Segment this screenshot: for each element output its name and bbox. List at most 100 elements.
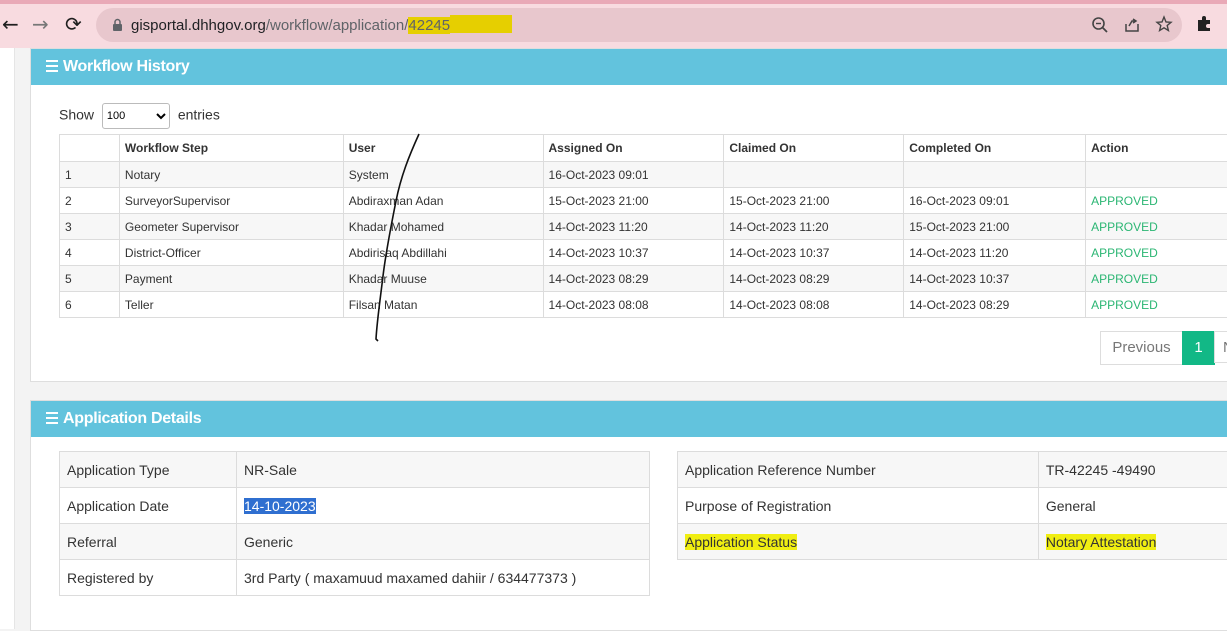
previous-page-button[interactable]: Previous xyxy=(1100,331,1183,365)
annotation-scribble xyxy=(371,131,461,346)
url-path: /workflow/application/ xyxy=(266,17,409,34)
application-date-selected: 14-10-2023 xyxy=(244,498,316,514)
cell-action: APPROVED xyxy=(1086,292,1227,318)
application-details-left-table: Application Type NR-Sale Application Dat… xyxy=(59,451,650,596)
url-id-highlighted: 42245 xyxy=(408,17,450,34)
url-host: gisportal.dhhgov.org xyxy=(131,17,266,34)
tab-strip-edge xyxy=(0,0,1227,4)
page-1-button[interactable]: 1 xyxy=(1182,331,1215,365)
cell-claimed-on: 14-Oct-2023 08:08 xyxy=(724,292,904,318)
cell-action xyxy=(1086,162,1227,188)
entries-select[interactable]: 100 xyxy=(102,103,170,129)
cell-assigned-on: 14-Oct-2023 08:29 xyxy=(543,266,724,292)
cell-index: 5 xyxy=(60,266,120,292)
cell-completed-on: 14-Oct-2023 11:20 xyxy=(904,240,1086,266)
cell-index: 6 xyxy=(60,292,120,318)
cell-assigned-on: 16-Oct-2023 09:01 xyxy=(543,162,724,188)
cell-index: 2 xyxy=(60,188,120,214)
share-icon[interactable] xyxy=(1123,16,1141,34)
cell-claimed-on: 15-Oct-2023 21:00 xyxy=(724,188,904,214)
cell-assigned-on: 15-Oct-2023 21:00 xyxy=(543,188,724,214)
cell-assigned-on: 14-Oct-2023 11:20 xyxy=(543,214,724,240)
forward-arrow-icon[interactable]: → xyxy=(32,11,49,37)
detail-label: Purpose of Registration xyxy=(678,488,1039,524)
cell-action: APPROVED xyxy=(1086,214,1227,240)
col-header-index[interactable] xyxy=(60,135,120,162)
application-details-panel: Application Details Application Type NR-… xyxy=(30,400,1227,631)
detail-label: Application Type xyxy=(60,452,237,488)
reload-icon[interactable]: ⟳ xyxy=(65,11,82,37)
cell-completed-on: 16-Oct-2023 09:01 xyxy=(904,188,1086,214)
cell-claimed-on: 14-Oct-2023 10:37 xyxy=(724,240,904,266)
cell-claimed-on: 14-Oct-2023 08:29 xyxy=(724,266,904,292)
detail-row: Application Reference Number TR-42245 -4… xyxy=(678,452,1227,488)
cell-completed-on xyxy=(904,162,1086,188)
detail-value: Generic xyxy=(237,524,650,560)
zoom-out-icon[interactable] xyxy=(1091,16,1109,34)
detail-row: Application Status Notary Attestation xyxy=(678,524,1227,560)
detail-value: General xyxy=(1038,488,1227,524)
cell-workflow-step: Notary xyxy=(119,162,343,188)
table-header-row: Workflow Step User Assigned On Claimed O… xyxy=(60,135,1227,162)
col-header-workflow-step[interactable]: Workflow Step xyxy=(119,135,343,162)
list-icon xyxy=(46,412,58,424)
cell-index: 1 xyxy=(60,162,120,188)
cell-workflow-step: SurveyorSupervisor xyxy=(119,188,343,214)
cell-assigned-on: 14-Oct-2023 08:08 xyxy=(543,292,724,318)
detail-row: Application Type NR-Sale xyxy=(60,452,650,488)
detail-label: Application Date xyxy=(60,488,237,524)
cell-completed-on: 15-Oct-2023 21:00 xyxy=(904,214,1086,240)
next-page-button[interactable]: N xyxy=(1214,331,1227,363)
entries-length-control: Show 100 entries xyxy=(59,103,220,129)
table-row: 6 Teller Filsan Matan 14-Oct-2023 08:08 … xyxy=(60,292,1227,318)
show-label: Show xyxy=(59,107,94,123)
detail-value: Notary Attestation xyxy=(1038,524,1227,560)
application-details-header: Application Details xyxy=(31,401,1227,437)
cell-workflow-step: Geometer Supervisor xyxy=(119,214,343,240)
cell-workflow-step: District-Officer xyxy=(119,240,343,266)
cell-action: APPROVED xyxy=(1086,266,1227,292)
col-header-claimed-on[interactable]: Claimed On xyxy=(724,135,904,162)
cell-completed-on: 14-Oct-2023 08:29 xyxy=(904,292,1086,318)
table-row: 5 Payment Khadar Muuse 14-Oct-2023 08:29… xyxy=(60,266,1227,292)
detail-value: TR-42245 -49490 xyxy=(1038,452,1227,488)
application-details-title: Application Details xyxy=(63,410,201,427)
detail-row: Purpose of Registration General xyxy=(678,488,1227,524)
detail-value: 3rd Party ( maxamuud maxamed dahiir / 63… xyxy=(237,560,650,596)
left-sidebar-edge xyxy=(0,48,15,629)
list-icon xyxy=(46,60,58,72)
back-arrow-icon[interactable]: ← xyxy=(2,11,19,37)
detail-label: Referral xyxy=(60,524,237,560)
detail-label: Registered by xyxy=(60,560,237,596)
application-status-value-highlighted: Notary Attestation xyxy=(1046,534,1157,550)
bookmark-star-icon[interactable] xyxy=(1155,15,1173,33)
cell-action: APPROVED xyxy=(1086,188,1227,214)
workflow-history-header: Workflow History xyxy=(31,49,1227,85)
table-row: 3 Geometer Supervisor Khadar Mohamed 14-… xyxy=(60,214,1227,240)
col-header-assigned-on[interactable]: Assigned On xyxy=(543,135,724,162)
detail-value: 14-10-2023 xyxy=(237,488,650,524)
url-text[interactable]: gisportal.dhhgov.org/workflow/applicatio… xyxy=(131,15,512,34)
cell-assigned-on: 14-Oct-2023 10:37 xyxy=(543,240,724,266)
detail-row: Registered by 3rd Party ( maxamuud maxam… xyxy=(60,560,650,596)
detail-value: NR-Sale xyxy=(237,452,650,488)
workflow-history-panel: Workflow History Show 100 entries Workfl… xyxy=(30,48,1227,382)
cell-completed-on: 14-Oct-2023 10:37 xyxy=(904,266,1086,292)
application-details-right-table: Application Reference Number TR-42245 -4… xyxy=(677,451,1227,560)
detail-label: Application Reference Number xyxy=(678,452,1039,488)
cell-action: APPROVED xyxy=(1086,240,1227,266)
col-header-completed-on[interactable]: Completed On xyxy=(904,135,1086,162)
detail-row: Application Date 14-10-2023 xyxy=(60,488,650,524)
url-highlight-mark xyxy=(450,15,512,33)
detail-row: Referral Generic xyxy=(60,524,650,560)
workflow-history-title: Workflow History xyxy=(63,58,189,75)
table-row: 2 SurveyorSupervisor Abdiraxman Adan 15-… xyxy=(60,188,1227,214)
extensions-puzzle-icon[interactable] xyxy=(1195,14,1214,33)
table-row: 1 Notary System 16-Oct-2023 09:01 xyxy=(60,162,1227,188)
lock-icon xyxy=(112,18,123,32)
cell-claimed-on: 14-Oct-2023 11:20 xyxy=(724,214,904,240)
col-header-action[interactable]: Action xyxy=(1086,135,1227,162)
entries-label: entries xyxy=(178,107,220,123)
cell-index: 3 xyxy=(60,214,120,240)
application-status-label-highlighted: Application Status xyxy=(685,534,797,550)
